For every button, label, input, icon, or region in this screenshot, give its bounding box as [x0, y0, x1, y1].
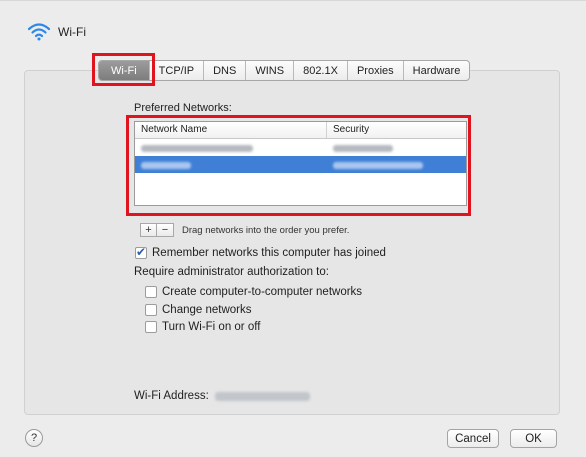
redacted-security	[333, 144, 393, 152]
preferred-networks-table[interactable]: Network Name Security	[134, 121, 467, 206]
add-network-button[interactable]: +	[140, 223, 157, 237]
redacted-network-name	[141, 144, 253, 152]
remember-networks-label: Remember networks this computer has join…	[152, 247, 386, 259]
drag-hint-text: Drag networks into the order you prefer.	[182, 224, 350, 236]
tab-dns[interactable]: DNS	[203, 61, 245, 80]
tab-bar: Wi-Fi TCP/IP DNS WINS 802.1X Proxies Har…	[98, 60, 471, 81]
redacted-network-name	[141, 161, 191, 169]
column-header-security[interactable]: Security	[327, 122, 375, 138]
network-preferences-window: Wi-Fi Wi-Fi TCP/IP DNS WINS 802.1X Proxi…	[0, 0, 586, 457]
list-controls: + − Drag networks into the order you pre…	[140, 223, 349, 237]
network-name-cell	[135, 141, 327, 155]
toggle-wifi-option[interactable]: Turn Wi-Fi on or off	[145, 321, 260, 333]
change-networks-label: Change networks	[162, 304, 252, 316]
remove-network-button[interactable]: −	[157, 223, 174, 237]
title-row: Wi-Fi	[28, 21, 86, 43]
redacted-wifi-address	[214, 391, 310, 401]
change-networks-checkbox[interactable]	[145, 304, 157, 316]
ok-button[interactable]: OK	[510, 429, 557, 448]
network-name-cell	[135, 158, 327, 172]
wifi-icon	[28, 23, 50, 41]
tab-802-1x[interactable]: 802.1X	[293, 61, 347, 80]
table-header: Network Name Security	[135, 122, 466, 139]
remember-networks-option[interactable]: Remember networks this computer has join…	[135, 245, 386, 259]
security-cell	[327, 141, 399, 155]
tab-wins[interactable]: WINS	[245, 61, 293, 80]
wifi-address-label: Wi-Fi Address:	[134, 390, 209, 402]
create-networks-checkbox[interactable]	[145, 286, 157, 298]
table-row-selected[interactable]	[135, 156, 466, 173]
preferred-networks-label: Preferred Networks:	[134, 102, 232, 114]
column-header-network-name[interactable]: Network Name	[135, 122, 327, 138]
redacted-security	[333, 161, 423, 169]
window-title: Wi-Fi	[58, 25, 86, 39]
cancel-button[interactable]: Cancel	[447, 429, 499, 448]
require-admin-label: Require administrator authorization to:	[134, 266, 329, 278]
help-button[interactable]: ?	[25, 429, 43, 447]
tab-proxies[interactable]: Proxies	[346, 61, 403, 80]
tab-tcp-ip[interactable]: TCP/IP	[148, 61, 203, 80]
change-networks-option[interactable]: Change networks	[145, 304, 252, 316]
toggle-wifi-checkbox[interactable]	[145, 321, 157, 333]
tab-wifi[interactable]: Wi-Fi	[99, 61, 149, 80]
tab-hardware[interactable]: Hardware	[402, 61, 470, 80]
security-cell	[327, 158, 429, 172]
toggle-wifi-label: Turn Wi-Fi on or off	[162, 321, 261, 333]
table-row[interactable]	[135, 139, 466, 156]
wifi-address-row: Wi-Fi Address:	[134, 390, 310, 402]
remember-networks-checkbox[interactable]	[135, 245, 147, 259]
create-computer-networks-option[interactable]: Create computer-to-computer networks	[145, 286, 362, 298]
create-networks-label: Create computer-to-computer networks	[162, 286, 363, 298]
